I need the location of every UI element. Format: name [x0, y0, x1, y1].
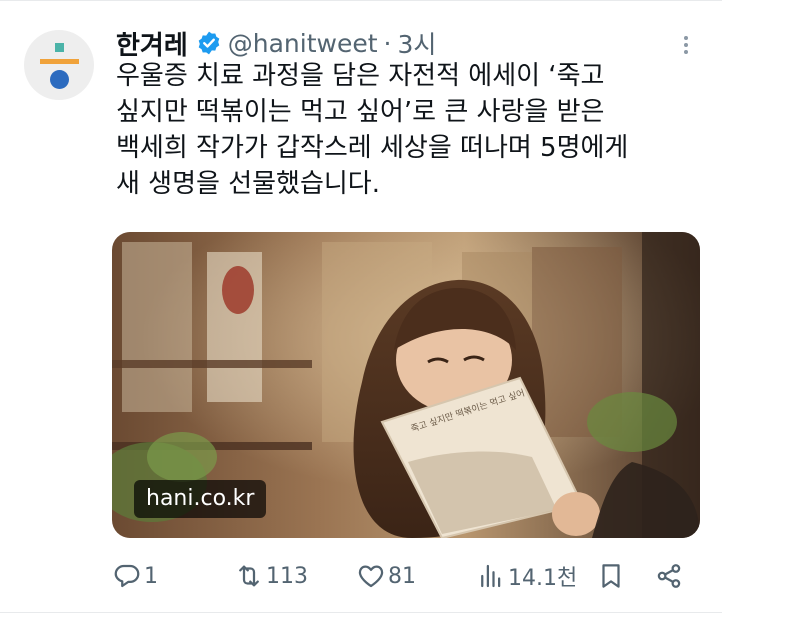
tweet-text-line: 우울증 치료 과정을 담은 자전적 에세이 ‘죽고: [116, 61, 605, 91]
reply-icon: [114, 564, 140, 588]
action-bar: 1 113 81 14.1천: [112, 556, 712, 596]
logo-square: [55, 43, 64, 52]
tweet-text-line: 백세희 작가가 갑작스레 세상을 떠나며 5명에게: [116, 133, 629, 163]
bookmark-button[interactable]: [596, 560, 626, 592]
author-name[interactable]: 한겨레: [116, 25, 188, 62]
like-button[interactable]: 81: [356, 560, 416, 592]
logo-dot: [50, 70, 69, 89]
more-dot: [684, 36, 688, 40]
views-count: 14.1천: [508, 566, 578, 591]
share-button[interactable]: [654, 560, 684, 592]
bottom-divider: [0, 612, 722, 613]
more-icon[interactable]: [676, 32, 696, 56]
top-divider: [0, 0, 722, 1]
views-button[interactable]: 14.1천: [476, 560, 577, 592]
reply-button[interactable]: 1: [112, 560, 158, 592]
retweet-icon: [239, 565, 259, 587]
logo-bar: [40, 59, 79, 64]
tweet-timestamp[interactable]: 3시: [398, 25, 437, 61]
tweet-text-line: 새 생명을 선물했습니다.: [116, 169, 380, 199]
retweet-count: 113: [266, 563, 308, 589]
views-icon: [481, 564, 501, 588]
header-separator: ·: [383, 28, 392, 58]
retweet-button[interactable]: 113: [234, 560, 308, 592]
link-domain-badge[interactable]: hani.co.kr: [134, 480, 267, 518]
share-icon: [657, 564, 681, 588]
more-dot: [684, 43, 688, 47]
avatar[interactable]: [24, 30, 94, 100]
bookmark-icon: [602, 564, 620, 588]
author-handle[interactable]: @hanitweet: [228, 29, 378, 58]
tweet-text-line: 싶지만 떡볶이는 먹고 싶어’로 큰 사랑을 받은: [116, 97, 605, 127]
verified-badge-icon: [198, 31, 220, 55]
like-icon: [358, 565, 384, 588]
tweet-text: 우울증 치료 과정을 담은 자전적 에세이 ‘죽고 싶지만 떡볶이는 먹고 싶어…: [116, 58, 716, 202]
reply-count: 1: [144, 563, 158, 589]
tweet-header: 한겨레 @hanitweet · 3시: [116, 25, 436, 61]
like-count: 81: [388, 563, 416, 589]
more-dot: [684, 50, 688, 54]
